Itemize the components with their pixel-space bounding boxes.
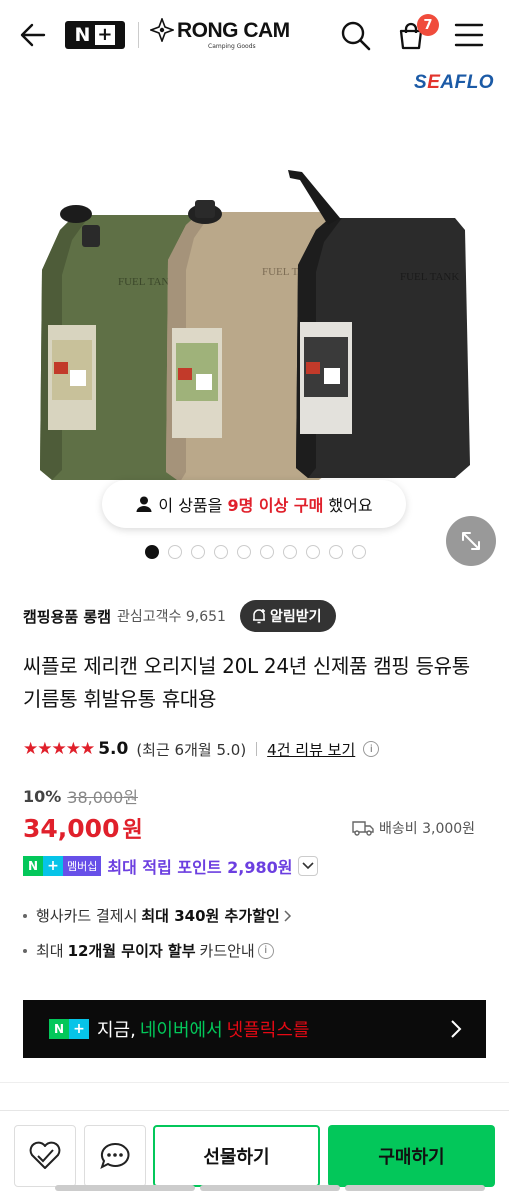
alert-subscribe-button[interactable]: 알림받기 <box>239 600 336 632</box>
black-can-embossed-text: FUEL TANK <box>400 271 459 283</box>
purchase-count-pill: 이 상품을 9명 이상 구매 했어요 <box>102 480 406 528</box>
hamburger-menu-icon[interactable] <box>454 22 484 48</box>
section-divider <box>0 1082 509 1083</box>
install-suffix: 카드안내 <box>199 942 255 960</box>
seaflo-logo-rest: AFLO <box>440 72 495 93</box>
membership-points-row: N + 멤버십 최대 적립 포인트 2,980원 <box>23 854 319 878</box>
seaflo-logo-e: E <box>427 72 441 93</box>
naver-plus-membership-badge: N + 멤버십 <box>23 856 102 876</box>
recent-rating: (최근 6개월 5.0) <box>136 740 247 759</box>
purchase-suffix: 했어요 <box>328 496 373 515</box>
installment-benefit[interactable]: 최대 12개월 무이자 할부 카드안내 i <box>23 940 274 961</box>
pagination-dot[interactable] <box>352 545 366 559</box>
buy-button[interactable]: 구매하기 <box>328 1125 495 1187</box>
max-points-text: 최대 적립 포인트 2,980원 <box>107 858 293 877</box>
product-image-jerry-cans[interactable]: FUEL TANK FUEL TANK FUEL TANK <box>0 100 509 540</box>
purchase-highlight: 9명 이상 구매 <box>227 496 324 515</box>
store-logo-subtitle: Camping Goods <box>208 43 256 50</box>
netflix-promo-banner[interactable]: N + 지금, 네이버에서 넷플릭스를 <box>23 1000 486 1058</box>
pagination-dot[interactable] <box>237 545 251 559</box>
discount-row: 10% 38,000원 <box>23 784 138 808</box>
pagination-dot[interactable] <box>306 545 320 559</box>
followers-count: 관심고객수 9,651 <box>117 609 226 625</box>
store-logo[interactable]: RONG CAM Camping Goods <box>150 18 290 50</box>
sale-price: 34,000 원 <box>23 812 143 844</box>
bullet <box>23 913 27 918</box>
banner-np-plus: + <box>69 1019 89 1039</box>
back-arrow-icon[interactable] <box>18 20 48 50</box>
chat-bubble-icon <box>100 1142 130 1169</box>
info-icon[interactable]: i <box>363 741 380 757</box>
original-price: 38,000원 <box>67 788 139 807</box>
home-indicator-mid <box>200 1185 340 1191</box>
pagination-dot[interactable] <box>191 545 205 559</box>
pagination-dot[interactable] <box>168 545 182 559</box>
chevron-right-icon <box>451 1020 462 1038</box>
bell-plus-icon <box>252 609 265 624</box>
cart-button[interactable]: 7 <box>395 14 439 52</box>
pagination-dot[interactable] <box>214 545 228 559</box>
top-header: N + RONG CAM Camping Goods 7 <box>0 0 509 70</box>
np-badge-member: 멤버십 <box>63 856 102 876</box>
chevron-right-icon <box>284 909 291 922</box>
expand-image-button[interactable] <box>446 516 496 566</box>
bullet <box>23 948 27 953</box>
cart-count-badge: 7 <box>417 14 439 36</box>
store-name[interactable]: 캠핑용품 롱캠 <box>23 606 111 627</box>
gift-button[interactable]: 선물하기 <box>153 1125 320 1187</box>
home-indicator-left <box>55 1185 195 1191</box>
sale-price-value: 34,000 <box>23 814 120 843</box>
pagination-dot[interactable] <box>145 545 159 559</box>
store-row: 캠핑용품 롱캠 관심고객수 9,651 알림받기 <box>23 600 493 632</box>
purchase-prefix: 이 상품을 <box>158 496 223 515</box>
rating-separator <box>256 742 258 756</box>
banner-netflix: 넷플릭스를 <box>226 1020 310 1041</box>
chevron-down-icon <box>302 862 315 870</box>
pagination-dot[interactable] <box>329 545 343 559</box>
naver-plus-logo-plus: + <box>95 24 116 45</box>
rating-row: ★★★★★ 5.0 (최근 6개월 5.0) 4건 리뷰 보기 i <box>23 738 380 760</box>
store-logo-mark-icon <box>150 18 174 42</box>
search-icon[interactable] <box>340 20 372 52</box>
seaflo-brand-logo: SEAFLO <box>414 72 494 94</box>
points-expand-button[interactable] <box>298 856 319 876</box>
naver-plus-logo[interactable]: N + <box>65 21 125 49</box>
pagination-dot[interactable] <box>260 545 274 559</box>
truck-icon <box>352 821 374 836</box>
card-benefit-prefix: 행사카드 결제시 <box>36 907 138 925</box>
wishlist-button[interactable] <box>14 1125 76 1187</box>
rating-stars: ★★★★★ <box>23 739 95 759</box>
rating-score: 5.0 <box>98 739 129 759</box>
banner-now: 지금, <box>97 1020 136 1041</box>
heart-check-icon <box>29 1141 61 1169</box>
header-divider <box>138 22 139 48</box>
banner-np-n: N <box>49 1019 69 1039</box>
gallery-pagination-dots <box>145 545 366 559</box>
product-title: 씨플로 제리캔 오리지널 20L 24년 신제품 캠핑 등유통 기름통 휘발유통… <box>23 654 470 711</box>
install-info-icon[interactable]: i <box>257 942 274 959</box>
home-indicator-right <box>345 1185 485 1191</box>
np-badge-n: N <box>23 856 43 876</box>
shipping-fee: 배송비 3,000원 <box>352 818 475 838</box>
np-badge-plus: + <box>43 856 63 876</box>
install-prefix: 최대 <box>36 942 64 960</box>
store-logo-name: RONG CAM <box>177 18 290 42</box>
card-discount-benefit[interactable]: 행사카드 결제시 최대 340원 추가할인 <box>23 905 292 926</box>
sale-price-unit: 원 <box>122 818 143 843</box>
seaflo-logo-s: S <box>414 72 428 93</box>
install-bold: 12개월 무이자 할부 <box>67 942 196 960</box>
alert-button-label: 알림받기 <box>269 609 322 625</box>
person-icon <box>136 496 152 512</box>
reviews-link[interactable]: 4건 리뷰 보기 <box>267 739 355 760</box>
shipping-fee-text: 배송비 3,000원 <box>379 821 476 837</box>
card-benefit-bold: 최대 340원 추가할인 <box>141 907 280 925</box>
naver-plus-logo-n: N <box>74 24 92 46</box>
pagination-dot[interactable] <box>283 545 297 559</box>
naver-plus-mini-logo: N + <box>49 1019 89 1039</box>
chat-button[interactable] <box>84 1125 146 1187</box>
discount-rate: 10% <box>23 786 62 806</box>
banner-naver: 네이버에서 <box>139 1020 223 1041</box>
expand-diagonal-icon <box>462 532 480 550</box>
